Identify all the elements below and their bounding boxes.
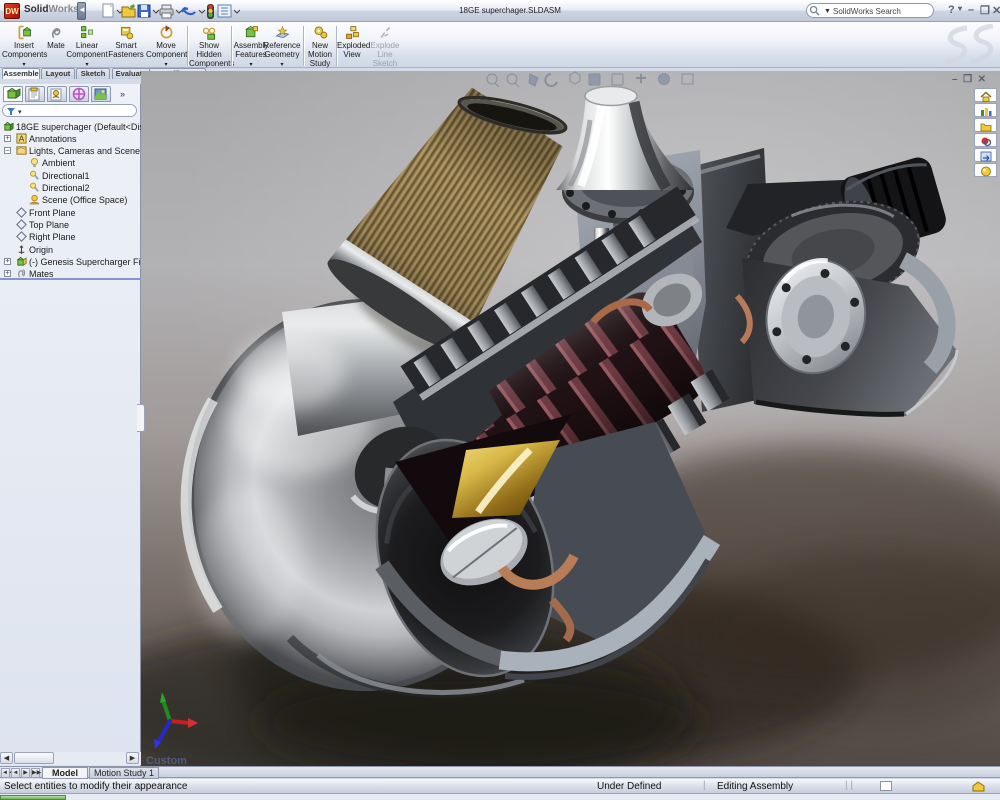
svg-text:A: A bbox=[19, 134, 25, 143]
svg-text:Custom: Custom bbox=[146, 755, 187, 766]
